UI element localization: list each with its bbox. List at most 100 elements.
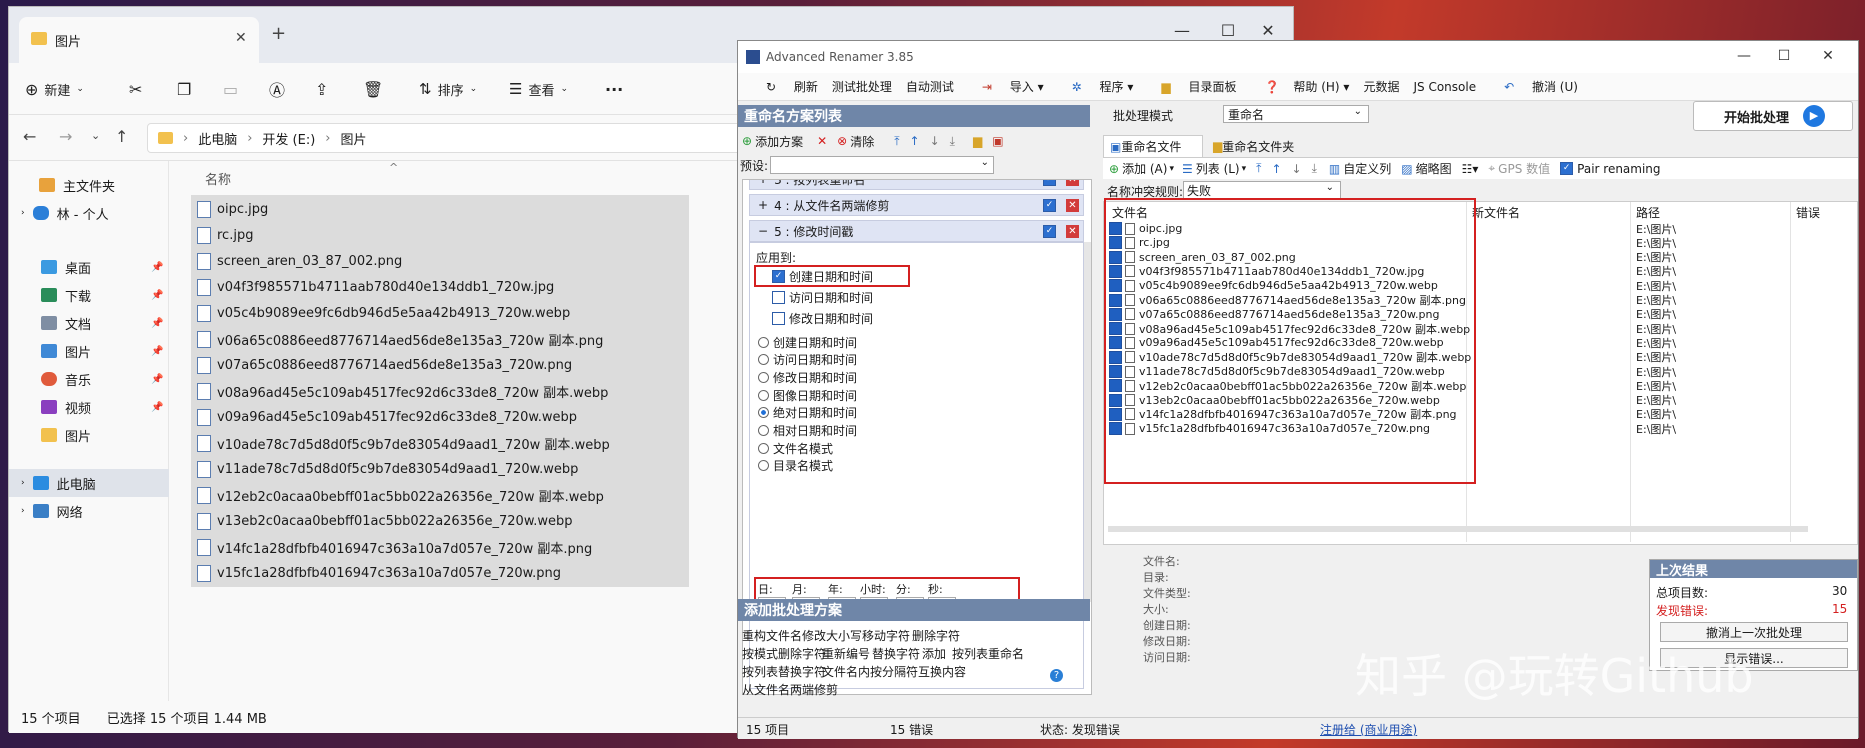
row-checkbox[interactable] — [1109, 279, 1122, 293]
pin-icon[interactable]: 📌 — [151, 402, 163, 413]
apply-created-checkbox[interactable]: ✓ 创建日期和时间 — [772, 267, 873, 285]
close-tab-icon[interactable]: ✕ — [235, 30, 247, 46]
file-row[interactable]: v11ade78c7d5d8d0f5c9b7de83054d9aad1_720w… — [191, 455, 689, 483]
expand-chevron-icon[interactable]: › — [21, 506, 25, 516]
remove-method-icon[interactable]: ✕ — [1066, 180, 1079, 186]
paste-icon[interactable]: ▭ — [223, 75, 238, 103]
move-bottom-icon[interactable]: ⤓ — [950, 134, 955, 149]
row-checkbox[interactable] — [1109, 336, 1122, 350]
batch-method-link[interactable]: 按列表替换字符 — [742, 663, 826, 680]
forward-arrow-icon[interactable]: → — [59, 127, 72, 146]
method-enabled-checkbox[interactable]: ✓ — [1043, 180, 1056, 186]
file-row[interactable]: oipc.jpg — [191, 195, 689, 223]
apply-accessed-checkbox[interactable]: 访问日期和时间 — [772, 288, 873, 306]
move-top-icon[interactable]: ⤒ — [1256, 161, 1261, 176]
custom-columns-button[interactable]: 自定义列 — [1343, 160, 1391, 177]
expand-chevron-icon[interactable]: › — [21, 478, 25, 488]
source-option-radio[interactable]: 绝对日期和时间 — [758, 404, 857, 422]
nav-music[interactable]: 音乐 📌 — [9, 365, 169, 393]
batch-method-link[interactable]: 替换字符 — [872, 645, 920, 662]
breadcrumb-pictures[interactable]: 图片 — [341, 129, 367, 148]
batch-method-link[interactable]: 从文件名两端修剪 — [742, 681, 838, 698]
move-down-icon[interactable]: ↓ — [1292, 162, 1302, 176]
close-window-button[interactable]: ✕ — [1808, 48, 1848, 64]
source-option-radio[interactable]: 目录名模式 — [758, 457, 833, 475]
pin-icon[interactable]: 📌 — [151, 290, 163, 301]
source-option-radio[interactable]: 创建日期和时间 — [758, 333, 857, 351]
file-row[interactable]: v04f3f985571b4711aab780d40e134ddb1_720w.… — [191, 273, 689, 301]
up-arrow-icon[interactable]: ↑ — [115, 127, 128, 146]
save-icon[interactable]: ▣ — [992, 134, 1003, 148]
nav-downloads[interactable]: 下载 📌 — [9, 281, 169, 309]
program-menu[interactable]: ✲ 程序 ▾ — [1058, 78, 1134, 95]
tab-pictures[interactable]: 图片 ✕ — [19, 17, 259, 63]
row-checkbox[interactable] — [1109, 393, 1122, 407]
breadcrumb-this-pc[interactable]: 此电脑 — [198, 129, 237, 148]
pin-icon[interactable]: 📌 — [151, 374, 163, 385]
view-button[interactable]: ☰ 查看 ⌄ — [509, 75, 568, 103]
file-row[interactable]: v06a65c0886eed8776714aed56de8e135a3_720w… — [191, 325, 689, 353]
breadcrumb-drive-e[interactable]: 开发 (E:) — [262, 129, 315, 148]
pair-renaming-checkbox[interactable]: ✓ — [1560, 162, 1574, 175]
batch-method-link[interactable]: 删除字符 — [912, 627, 960, 644]
nav-documents[interactable]: 文档 📌 — [9, 309, 169, 337]
file-row[interactable]: v12eb2c0acaa0bebff01ac5bb022a26356e_720w… — [191, 481, 689, 509]
cut-icon[interactable]: ✂ — [129, 75, 142, 103]
batch-method-link[interactable]: 移动字符 — [862, 627, 910, 644]
radio-button[interactable] — [758, 389, 769, 401]
batch-method-link[interactable]: 重新编号 — [822, 645, 870, 662]
view-options-icon[interactable]: ☷▾ — [1462, 162, 1479, 176]
file-row[interactable]: v09a96ad45e5c109ab4517fec92d6c33de8_720w… — [191, 403, 689, 431]
history-chevron-icon[interactable]: ⌄ — [91, 129, 100, 142]
thumbnails-button[interactable]: 缩略图 — [1416, 160, 1452, 177]
maximize-button[interactable]: ☐ — [1764, 48, 1804, 64]
nav-onedrive-personal[interactable]: › 林 - 个人 — [9, 199, 169, 227]
file-row[interactable]: v14fc1a28dfbfb4016947c363a10a7d057e_720w… — [191, 533, 689, 561]
batch-mode-dropdown[interactable]: 重命名 ⌄ — [1223, 105, 1369, 123]
row-checkbox[interactable] — [1109, 350, 1122, 364]
more-options-button[interactable]: ··· — [605, 75, 623, 103]
file-row[interactable]: v15fc1a28dfbfb4016947c363a10a7d057e_720w… — [191, 559, 689, 587]
row-checkbox[interactable] — [1109, 222, 1122, 235]
method-enabled-checkbox[interactable]: ✓ — [1043, 198, 1056, 212]
js-console-button[interactable]: JS Console — [1413, 80, 1476, 94]
source-option-radio[interactable]: 相对日期和时间 — [758, 422, 857, 440]
batch-method-link[interactable]: 按列表重命名 — [952, 645, 1024, 662]
minimize-button[interactable]: — — [1724, 48, 1764, 64]
nav-videos[interactable]: 视频 📌 — [9, 393, 169, 421]
row-checkbox[interactable] — [1109, 236, 1122, 250]
help-menu[interactable]: ❓ 帮助 (H) ▾ — [1250, 78, 1349, 95]
file-row[interactable]: v08a96ad45e5c109ab4517fec92d6c33de8_720w… — [191, 377, 689, 405]
metadata-button[interactable]: 元数据 — [1363, 78, 1399, 95]
nav-this-pc[interactable]: › 此电脑 — [9, 469, 169, 497]
new-tab-button[interactable]: + — [271, 23, 286, 44]
remove-method-icon[interactable]: ✕ — [1066, 198, 1079, 212]
radio-button[interactable] — [758, 336, 769, 348]
file-row[interactable]: rc.jpg — [191, 221, 689, 249]
move-up-icon[interactable]: ↑ — [1271, 162, 1281, 176]
import-menu[interactable]: ⇥ 导入 ▾ — [968, 78, 1044, 95]
batch-method-link[interactable]: 重构文件名 — [742, 627, 802, 644]
file-row[interactable]: v13eb2c0acaa0bebff01ac5bb022a26356e_720w… — [191, 507, 689, 535]
register-link[interactable]: 注册给 (商业用途) — [1320, 721, 1417, 738]
row-checkbox[interactable] — [1109, 293, 1122, 307]
method-item-3[interactable]: + 3 : 按列表重命名✓✕ — [749, 180, 1084, 190]
test-batch-button[interactable]: 测试批处理 — [832, 78, 892, 95]
file-row[interactable]: v05c4b9089ee9fc6db946d5e5aa42b4913_720w.… — [191, 299, 689, 327]
row-checkbox[interactable] — [1109, 407, 1122, 421]
radio-button[interactable] — [758, 407, 769, 419]
move-bottom-icon[interactable]: ⤓ — [1312, 161, 1317, 176]
source-option-radio[interactable]: 图像日期和时间 — [758, 386, 857, 404]
nav-network[interactable]: › 网络 — [9, 497, 169, 525]
row-checkbox[interactable] — [1109, 307, 1122, 321]
source-option-radio[interactable]: 文件名模式 — [758, 439, 833, 457]
tab-rename-files[interactable]: ▣ 重命名文件 — [1103, 135, 1203, 157]
new-button[interactable]: ⊕ 新建 ⌄ — [25, 75, 84, 103]
pin-icon[interactable]: 📌 — [151, 346, 163, 357]
clear-button[interactable]: 清除 — [850, 133, 874, 150]
row-checkbox[interactable] — [1109, 422, 1122, 436]
add-files-button[interactable]: 添加 (A) — [1122, 160, 1167, 177]
conflict-dropdown[interactable]: 失败 ⌄ — [1183, 181, 1341, 199]
pin-icon[interactable]: 📌 — [151, 318, 163, 329]
column-header-name[interactable]: 名称 — [205, 169, 231, 188]
